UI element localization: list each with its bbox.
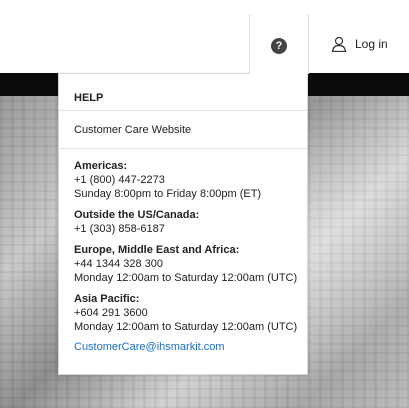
region-name: Outside the US/Canada: bbox=[74, 209, 200, 221]
region-emea: Europe, Middle East and Africa: +44 1344… bbox=[74, 243, 307, 285]
region-hours: Monday 12:00am to Saturday 12:00am (UTC) bbox=[74, 321, 298, 333]
user-icon bbox=[331, 36, 347, 52]
customer-care-website-link[interactable]: Customer Care Website bbox=[59, 111, 307, 149]
question-circle-icon: ? bbox=[271, 38, 287, 54]
region-phone: +44 1344 328 300 bbox=[74, 258, 164, 270]
region-americas: Americas: +1 (800) 447-2273 Sunday 8:00p… bbox=[74, 159, 307, 201]
region-name: Europe, Middle East and Africa: bbox=[74, 244, 240, 256]
login-label: Log in bbox=[355, 37, 388, 51]
help-dropdown-panel: HELP Customer Care Website Americas: +1 … bbox=[58, 73, 308, 375]
region-hours: Monday 12:00am to Saturday 12:00am (UTC) bbox=[74, 272, 298, 284]
region-asia-pacific: Asia Pacific: +604 291 3600 Monday 12:00… bbox=[74, 292, 307, 334]
customer-care-email-link[interactable]: CustomerCare@ihsmarkit.com bbox=[74, 341, 307, 353]
region-phone: +1 (800) 447-2273 bbox=[74, 174, 165, 186]
region-name: Asia Pacific: bbox=[74, 293, 140, 305]
region-name: Americas: bbox=[74, 160, 128, 172]
region-phone: +1 (303) 858-6187 bbox=[74, 223, 165, 235]
help-panel-title: HELP bbox=[59, 74, 307, 111]
region-hours: Sunday 8:00pm to Friday 8:00pm (ET) bbox=[74, 188, 262, 200]
login-button[interactable]: Log in bbox=[331, 36, 388, 52]
region-phone: +604 291 3600 bbox=[74, 307, 148, 319]
region-outside-us-canada: Outside the US/Canada: +1 (303) 858-6187 bbox=[74, 208, 307, 236]
help-button[interactable]: ? bbox=[249, 14, 309, 74]
contact-regions: Americas: +1 (800) 447-2273 Sunday 8:00p… bbox=[59, 149, 307, 334]
